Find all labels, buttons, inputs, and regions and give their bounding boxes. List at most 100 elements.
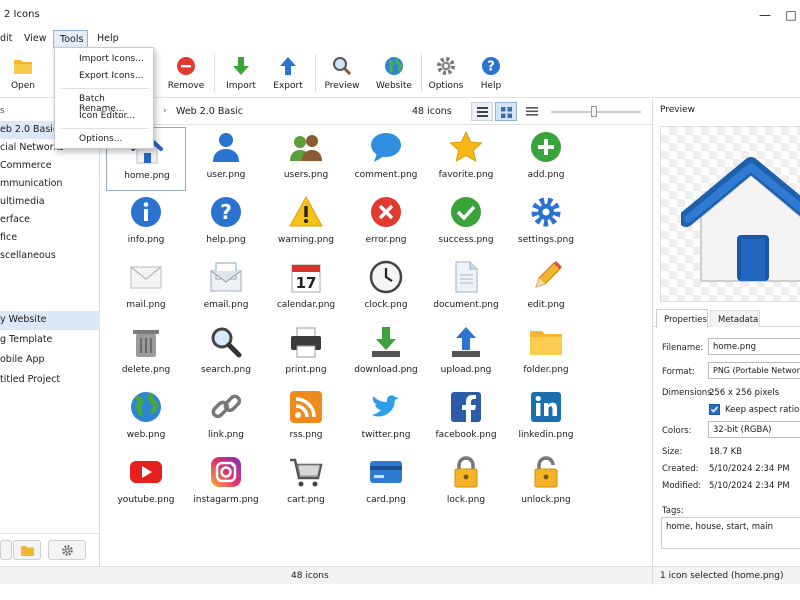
- icon-grid-item[interactable]: clock.png: [346, 257, 426, 321]
- card-icon: [370, 461, 402, 483]
- icon-grid-item[interactable]: instagarm.png: [186, 452, 266, 516]
- settings-button[interactable]: [48, 540, 86, 560]
- icon-grid-item[interactable]: comment.png: [346, 127, 426, 191]
- icon-filename: rss.png: [289, 430, 323, 440]
- minimize-icon[interactable]: —: [756, 6, 774, 24]
- icon-grid-item[interactable]: error.png: [346, 192, 426, 256]
- keep-aspect-checkbox[interactable]: [709, 404, 720, 415]
- icon-grid-item[interactable]: linkedin.png: [506, 387, 586, 451]
- colors-select[interactable]: 32-bit (RGBA): [708, 421, 800, 438]
- icon-grid-item[interactable]: delete.png: [106, 322, 186, 386]
- icon-grid-item[interactable]: folder.png: [506, 322, 586, 386]
- chevron-right-icon: ›: [163, 106, 167, 116]
- icon-grid-item[interactable]: warning.png: [266, 192, 346, 256]
- sidebar-item-multimedia[interactable]: ultimedia: [0, 193, 100, 211]
- icon-grid-item[interactable]: download.png: [346, 322, 426, 386]
- menu-item-icon-editor[interactable]: Icon Editor...: [79, 111, 135, 121]
- email-icon: [210, 262, 242, 292]
- success-icon: [451, 197, 481, 227]
- icon-grid-item[interactable]: youtube.png: [106, 452, 186, 516]
- project-item-mobile-app[interactable]: obile App: [0, 351, 100, 369]
- help-button[interactable]: ? Help: [466, 48, 516, 98]
- icon-grid-item[interactable]: favorite.png: [426, 127, 506, 191]
- window-title: 2 Icons: [4, 9, 40, 20]
- icon-grid-item[interactable]: email.png: [186, 257, 266, 321]
- icon-filename: warning.png: [277, 235, 335, 245]
- icon-grid-item[interactable]: unlock.png: [506, 452, 586, 516]
- tab-properties[interactable]: Properties: [656, 309, 708, 328]
- icon-grid-item[interactable]: 17 calendar.png: [266, 257, 346, 321]
- tools-dropdown-menu: Import Icons... Export Icons... Batch Re…: [54, 47, 154, 149]
- menu-item-options[interactable]: Options...: [79, 134, 122, 144]
- icon-grid-item[interactable]: facebook.png: [426, 387, 506, 451]
- sidebar-item-office[interactable]: fice: [0, 229, 100, 247]
- icon-grid-item[interactable]: document.png: [426, 257, 506, 321]
- sidebar-item-miscellaneous[interactable]: scellaneous: [0, 247, 100, 265]
- format-select[interactable]: PNG (Portable Network Graphics): [708, 362, 800, 379]
- comment-icon: [371, 133, 401, 162]
- menu-view[interactable]: View: [24, 33, 47, 44]
- icon-grid-item[interactable]: users.png: [266, 127, 346, 191]
- size-value: 18.7 KB: [709, 447, 743, 457]
- details-view-icon[interactable]: [526, 107, 538, 116]
- icon-grid-item[interactable]: rss.png: [266, 387, 346, 451]
- export-button[interactable]: Export: [263, 48, 313, 98]
- icon-filename: favorite.png: [438, 170, 494, 180]
- path-bar: › Web 2.0 Basic 48 icons: [101, 99, 652, 125]
- icon-grid-item[interactable]: upload.png: [426, 322, 506, 386]
- arrow-down-icon: [233, 57, 249, 75]
- list-view-icon: [477, 107, 488, 117]
- tags-field[interactable]: home, house, start, main: [661, 517, 800, 549]
- icon-filename: clock.png: [364, 300, 408, 310]
- colors-label: Colors:: [662, 426, 692, 436]
- open-button[interactable]: Open: [0, 48, 48, 98]
- gear-icon: [437, 57, 455, 75]
- options-button[interactable]: Options: [421, 48, 471, 98]
- icon-grid-item[interactable]: info.png: [106, 192, 186, 256]
- icon-grid-item[interactable]: print.png: [266, 322, 346, 386]
- filename-field[interactable]: home.png: [708, 338, 800, 355]
- tab-metadata[interactable]: Metadata: [710, 310, 760, 327]
- printer-icon: [291, 327, 321, 358]
- sidebar-item-communication[interactable]: mmunication: [0, 175, 100, 193]
- menu-item-export-icons[interactable]: Export Icons...: [79, 71, 143, 81]
- icon-grid-item[interactable]: ? help.png: [186, 192, 266, 256]
- grid-view-button[interactable]: [495, 102, 517, 121]
- import-button[interactable]: Import: [216, 48, 266, 98]
- remove-icon: [177, 57, 195, 75]
- maximize-icon[interactable]: □: [782, 6, 800, 24]
- icon-grid-item[interactable]: edit.png: [506, 257, 586, 321]
- project-item-my-website[interactable]: y Website: [0, 311, 100, 330]
- icon-grid-item[interactable]: cart.png: [266, 452, 346, 516]
- icon-filename: home.png: [124, 171, 170, 181]
- folder-icon: [21, 546, 34, 556]
- list-view-button[interactable]: [471, 102, 493, 121]
- menu-item-import-icons[interactable]: Import Icons...: [79, 54, 144, 64]
- icon-grid-item[interactable]: success.png: [426, 192, 506, 256]
- icon-grid-item[interactable]: link.png: [186, 387, 266, 451]
- sidebar-item-interface[interactable]: erface: [0, 211, 100, 229]
- website-button[interactable]: Website: [369, 48, 419, 98]
- new-folder-button[interactable]: [13, 540, 41, 560]
- zoom-slider-thumb[interactable]: [591, 106, 597, 117]
- sidebar-item-commerce[interactable]: Commerce: [0, 157, 100, 175]
- breadcrumb[interactable]: Web 2.0 Basic: [176, 106, 243, 117]
- add-collection-button[interactable]: [0, 540, 12, 560]
- icon-grid-item[interactable]: search.png: [186, 322, 266, 386]
- menu-help[interactable]: Help: [97, 33, 119, 44]
- magnifier-icon: [333, 57, 352, 76]
- icon-grid-item[interactable]: lock.png: [426, 452, 506, 516]
- icon-grid-item[interactable]: mail.png: [106, 257, 186, 321]
- icon-grid-item[interactable]: web.png: [106, 387, 186, 451]
- project-item-untitled[interactable]: titled Project: [0, 371, 100, 389]
- menu-tools[interactable]: Tools: [53, 30, 88, 48]
- icon-grid-item[interactable]: card.png: [346, 452, 426, 516]
- icon-grid-item[interactable]: settings.png: [506, 192, 586, 256]
- menu-edit[interactable]: dit: [0, 33, 12, 44]
- preview-button[interactable]: Preview: [317, 48, 367, 98]
- icon-grid-item[interactable]: add.png: [506, 127, 586, 191]
- icon-grid-item[interactable]: user.png: [186, 127, 266, 191]
- project-item-blog-template[interactable]: g Template: [0, 331, 100, 349]
- icon-grid-item[interactable]: twitter.png: [346, 387, 426, 451]
- remove-button[interactable]: Remove: [161, 48, 211, 98]
